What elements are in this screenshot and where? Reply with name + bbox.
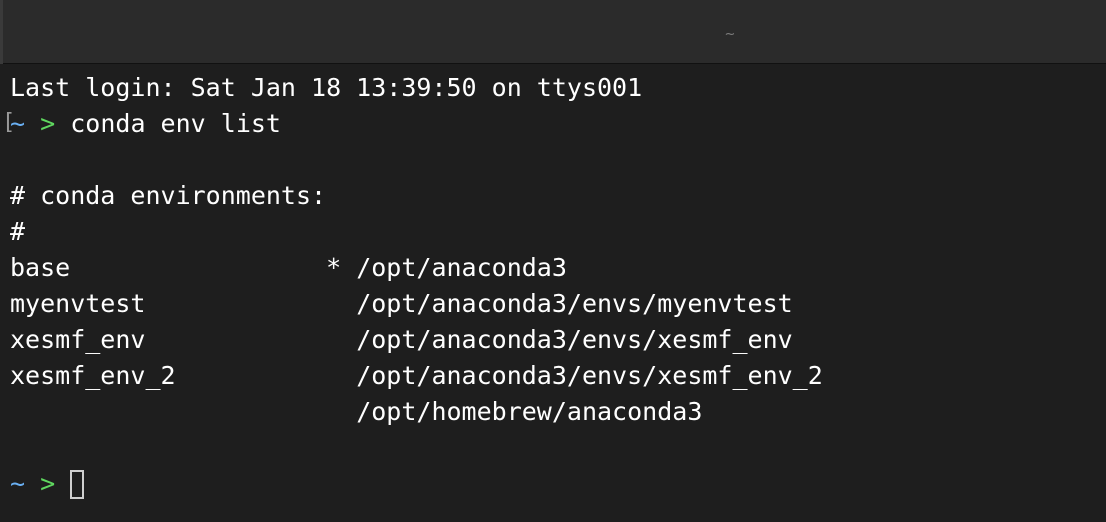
active-environment-marker (326, 397, 356, 426)
hash-line: # (10, 217, 26, 246)
terminal-window: ~ Last login: Sat Jan 18 13:39:50 on tty… (0, 0, 1106, 522)
prompt-symbol: > (40, 109, 56, 138)
environment-name (10, 397, 326, 426)
active-environment-marker (326, 361, 356, 390)
command-line: [~ > conda env list (2, 106, 1106, 142)
active-prompt-line[interactable]: ~ > (10, 466, 1106, 502)
environment-path: /opt/anaconda3 (356, 253, 567, 282)
prompt-symbol: > (40, 469, 56, 498)
active-environment-marker (326, 325, 356, 354)
command-text: conda env list (70, 109, 281, 138)
prompt-directory: ~ (10, 469, 26, 498)
active-environment-marker (326, 289, 356, 318)
prompt-bracket: [ (2, 110, 16, 135)
environment-name: xesmf_env (10, 325, 327, 354)
env-header-line: # conda environments: (10, 181, 327, 210)
environment-row: xesmf_env /opt/anaconda3/envs/xesmf_env (10, 322, 1106, 358)
environment-path: /opt/anaconda3/envs/myenvtest (356, 289, 793, 318)
last-login-line: Last login: Sat Jan 18 13:39:50 on ttys0… (10, 73, 643, 102)
environment-path: /opt/homebrew/anaconda3 (356, 397, 703, 426)
window-title: ~ (724, 27, 736, 42)
environment-row: myenvtest /opt/anaconda3/envs/myenvtest (10, 286, 1106, 322)
environment-name: myenvtest (10, 289, 327, 318)
terminal-output[interactable]: Last login: Sat Jan 18 13:39:50 on ttys0… (0, 64, 1106, 522)
environment-path: /opt/anaconda3/envs/xesmf_env (356, 325, 793, 354)
environment-row: /opt/homebrew/anaconda3 (10, 394, 1106, 430)
text-cursor[interactable] (70, 470, 85, 499)
title-bar[interactable]: ~ (0, 0, 1106, 64)
environment-row: base * /opt/anaconda3 (10, 250, 1106, 286)
active-environment-marker: * (326, 253, 357, 282)
environment-name: xesmf_env_2 (10, 361, 327, 390)
environment-row: xesmf_env_2 /opt/anaconda3/envs/xesmf_en… (10, 358, 1106, 394)
environment-path: /opt/anaconda3/envs/xesmf_env_2 (356, 361, 823, 390)
environment-name: base (10, 253, 327, 282)
environment-list: base * /opt/anaconda3 myenvtest /opt/anac… (10, 250, 1106, 430)
